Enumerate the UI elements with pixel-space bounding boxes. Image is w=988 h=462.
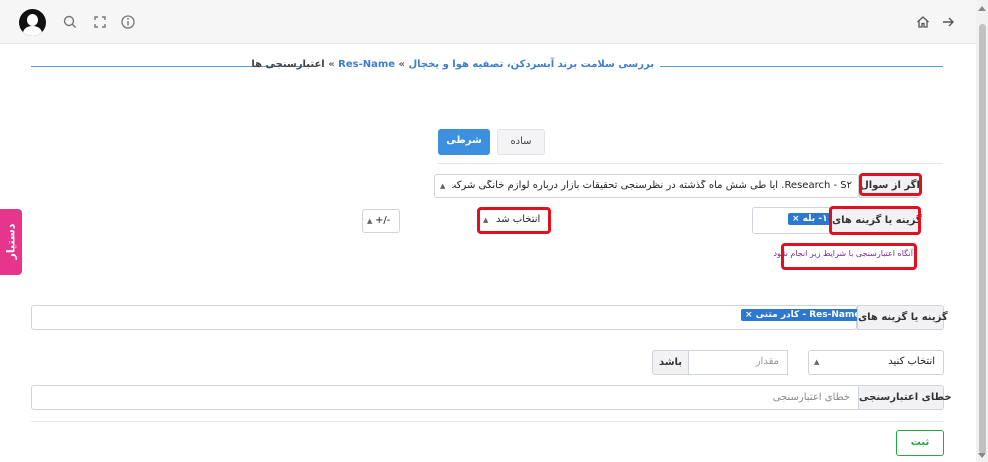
chevron-down-icon: ▲ (367, 217, 373, 225)
chevron-down-icon: ▲ (814, 358, 820, 366)
value-input-placeholder: مقدار (755, 356, 779, 367)
tabs-divider (438, 163, 943, 164)
user-avatar[interactable] (19, 9, 46, 36)
form-divider (31, 421, 944, 422)
assistant-side-tab-label: دستیار (4, 223, 18, 260)
info-icon[interactable] (120, 14, 136, 30)
submit-button-label: ثبت (910, 437, 930, 448)
search-icon[interactable] (62, 14, 78, 30)
error-message-label-text: خطای اعتبارسنجی (859, 392, 952, 403)
highlight-selected-state (477, 207, 551, 234)
tab-conditional-label: شرطی (446, 135, 482, 146)
is-addon: باشد (652, 350, 689, 375)
is-addon-text: باشد (658, 357, 683, 368)
error-message-input[interactable]: خطای اعتبارسنجی (31, 385, 859, 410)
question-select-value: Res​earch - S۲. آیا طی شش ماه گذشته در ن… (452, 180, 852, 191)
breadcrumb-separator: » (398, 59, 406, 70)
tab-simple-label: ساده (510, 136, 532, 147)
tab-conditional[interactable]: شرطی (438, 129, 490, 155)
option-chip-yes[interactable]: ۱- بله × (788, 213, 832, 225)
chevron-down-icon: ▲ (440, 182, 446, 190)
error-message-placeholder: خطای اعتبارسنجی (772, 392, 850, 403)
breadcrumb-item-project[interactable]: بررسی سلامت برند آبسردکن، تصفیه هوا و یخ… (409, 59, 655, 70)
value-input[interactable]: مقدار (688, 350, 788, 375)
arrow-right-icon[interactable] (940, 14, 956, 30)
operator-select[interactable]: انتخاب کنید ▲ (808, 350, 944, 375)
tab-simple[interactable]: ساده (497, 129, 545, 155)
breadcrumb-separator: » (328, 59, 335, 70)
target-options-label-text: گزینه یا گزینه های (858, 312, 948, 323)
assistant-side-tab[interactable]: دستیار (0, 209, 22, 275)
target-options-label: گزینه یا گزینه های (857, 305, 948, 330)
scroll-down-icon[interactable] (978, 453, 986, 458)
target-option-chip[interactable]: Res-Name1 - کادر متنی × (741, 309, 871, 321)
sign-select[interactable]: +/- ▲ (362, 209, 400, 233)
breadcrumb-item-current: اعتبارسنجی ها (251, 59, 325, 70)
highlight-then-note (781, 243, 917, 270)
operator-select-value: انتخاب کنید (888, 356, 935, 367)
scroll-up-icon[interactable] (978, 6, 986, 11)
breadcrumb: بررسی سلامت برند آبسردکن، تصفیه هوا و یخ… (251, 59, 655, 70)
fullscreen-icon[interactable] (92, 14, 108, 30)
top-bar (0, 0, 976, 44)
question-select[interactable]: Res​earch - S۲. آیا طی شش ماه گذشته در ن… (434, 174, 859, 198)
condition-option-select[interactable]: ۱- بله × (752, 207, 832, 234)
error-message-label: خطای اعتبارسنجی (858, 385, 952, 410)
target-options-select[interactable]: Res-Name1 - کادر متنی × (31, 305, 871, 330)
highlight-option-label (829, 206, 921, 235)
scroll-thumb[interactable] (979, 24, 986, 454)
breadcrumb-item-question[interactable]: Res-Name (338, 59, 395, 70)
sign-select-value: +/- (375, 215, 391, 226)
highlight-if-question (859, 173, 922, 196)
home-icon[interactable] (915, 14, 931, 30)
submit-button[interactable]: ثبت (896, 430, 944, 456)
breadcrumb-line-right (660, 66, 943, 67)
vertical-scrollbar[interactable] (976, 0, 988, 462)
